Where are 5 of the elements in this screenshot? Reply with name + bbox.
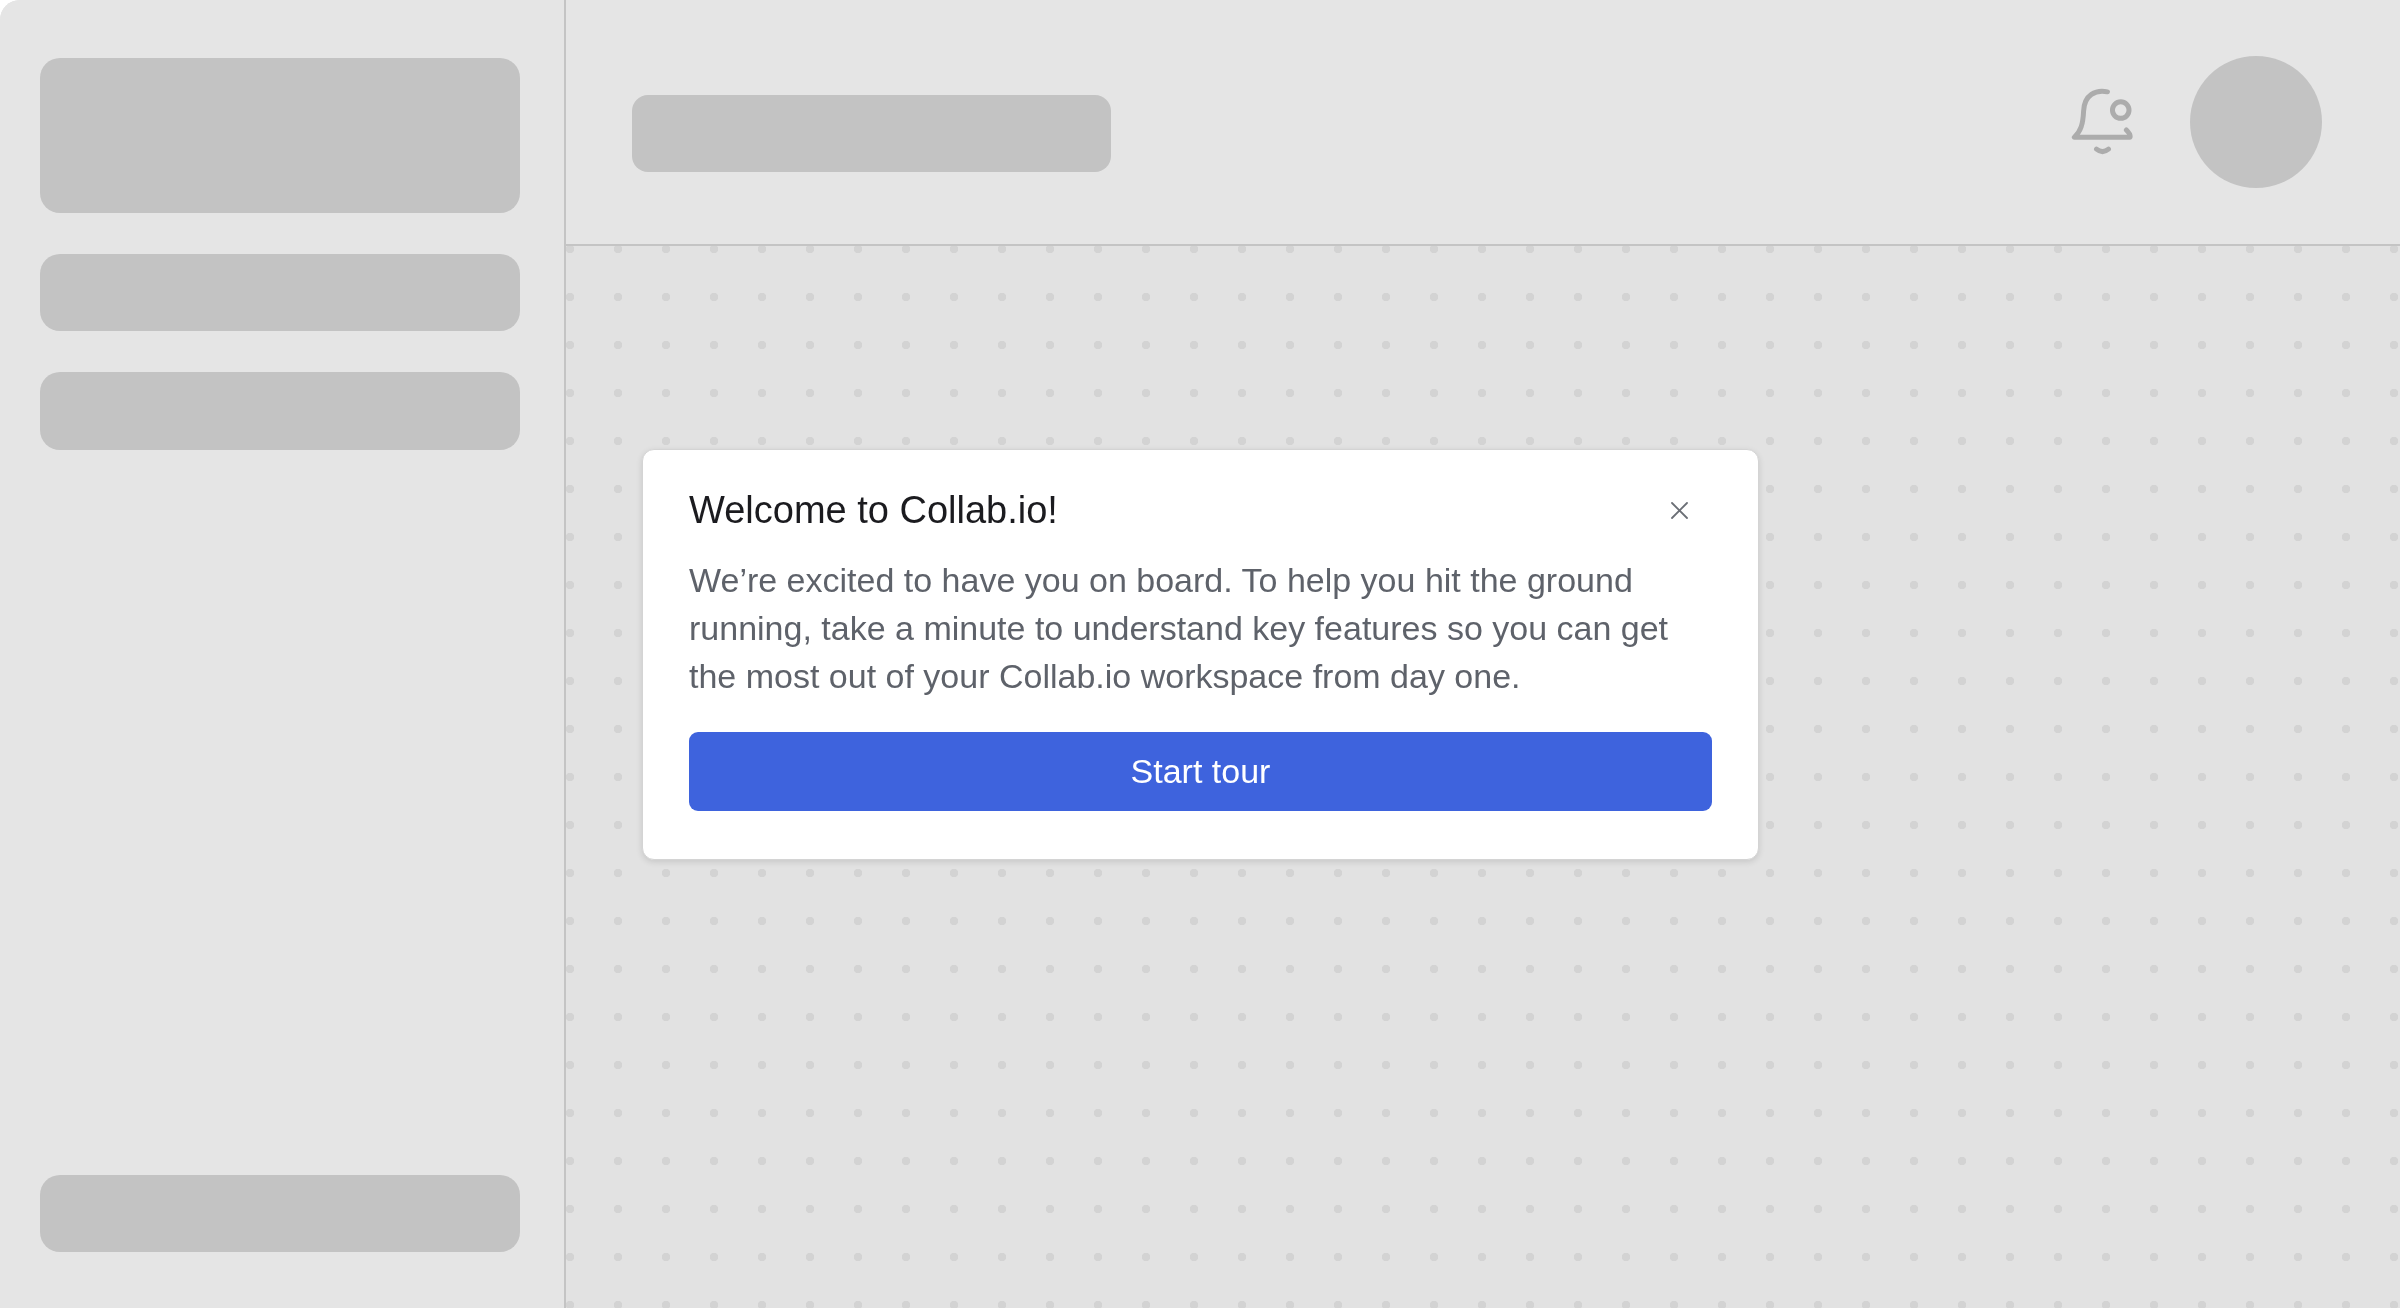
dialog-title: Welcome to Collab.io! [689,488,1058,533]
dialog-message: We’re excited to have you on board. To help you hit the ground running, take a minute to understand key features so you can get the most out of your Collab.io workspace from day one. [689,560,1670,697]
close-icon [1670,501,1688,519]
start-tour-button[interactable]: Start tour [689,732,1712,811]
bell-icon[interactable] [2071,87,2134,157]
